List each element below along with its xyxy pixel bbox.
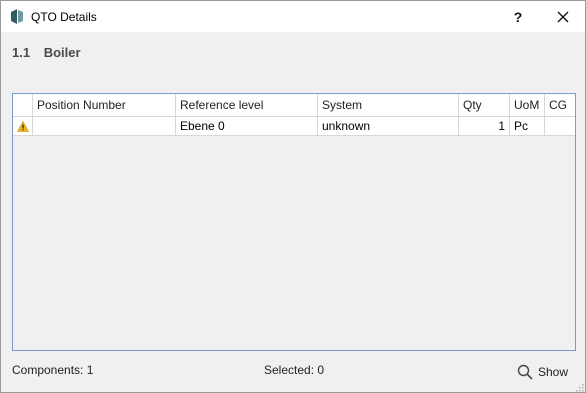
show-label: Show <box>538 365 569 379</box>
title-bar: QTO Details ? <box>1 1 585 32</box>
components-count: Components: 1 <box>12 363 94 377</box>
column-header-system[interactable]: System <box>318 94 459 116</box>
search-icon <box>517 364 533 380</box>
table-header-row: Position Number Reference level System Q… <box>13 94 575 117</box>
warning-icon <box>17 121 29 132</box>
app-logo-icon <box>11 9 23 24</box>
cell-qty[interactable]: 1 <box>459 117 510 135</box>
row-status-cell[interactable] <box>13 117 33 135</box>
column-header-position-number[interactable]: Position Number <box>33 94 176 116</box>
show-button[interactable]: Show <box>517 362 568 382</box>
selected-count: Selected: 0 <box>264 363 325 377</box>
column-header-status[interactable] <box>13 94 33 116</box>
close-button[interactable] <box>541 1 585 32</box>
qto-table[interactable]: Position Number Reference level System Q… <box>12 93 576 351</box>
column-header-uom[interactable]: UoM <box>510 94 545 116</box>
help-button[interactable]: ? <box>501 1 535 32</box>
close-icon <box>557 11 569 22</box>
cell-uom[interactable]: Pc <box>510 117 545 135</box>
table-row[interactable]: Ebene 0 unknown 1 Pc <box>13 117 575 136</box>
resize-grip-icon[interactable] <box>573 381 585 393</box>
section-number: 1.1 <box>12 45 31 60</box>
qto-details-window: QTO Details ? 1.1 Boiler Position Number… <box>0 0 586 393</box>
column-header-qty[interactable]: Qty <box>459 94 510 116</box>
window-title: QTO Details <box>31 10 97 24</box>
section-title: Boiler <box>43 45 81 60</box>
cell-cg[interactable] <box>545 117 575 135</box>
cell-position-number[interactable] <box>33 117 176 135</box>
column-header-reference-level[interactable]: Reference level <box>176 94 318 116</box>
section-heading: 1.1 Boiler <box>12 45 81 60</box>
column-header-cg[interactable]: CG <box>545 94 575 116</box>
cell-reference-level[interactable]: Ebene 0 <box>176 117 318 135</box>
cell-system[interactable]: unknown <box>318 117 459 135</box>
